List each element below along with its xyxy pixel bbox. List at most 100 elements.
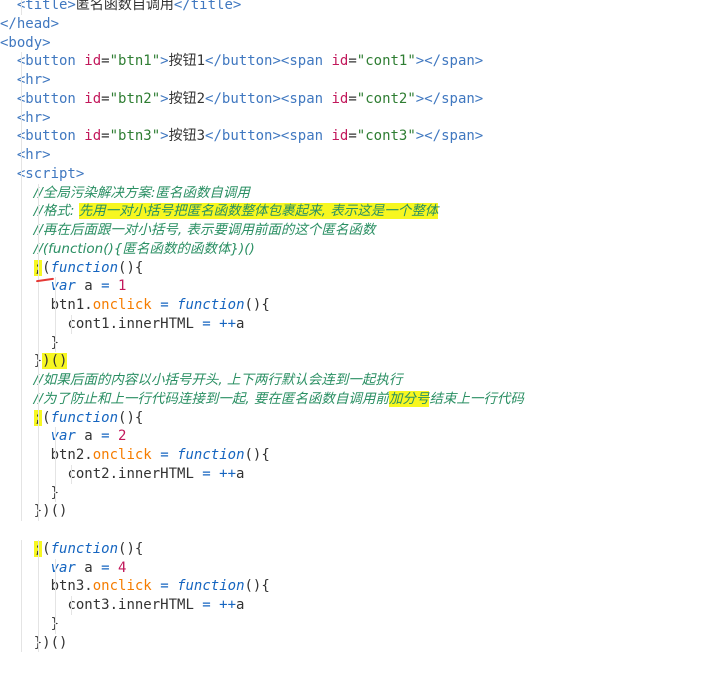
code-token: =	[202, 465, 211, 482]
indent-guide	[37, 464, 39, 484]
indent-guide	[37, 389, 39, 409]
code-line[interactable]: }	[0, 483, 524, 503]
code-token: <button	[16, 90, 85, 107]
code-line[interactable]: })()	[0, 633, 524, 653]
code-line[interactable]: <button id="btn3">按钮3</button><span id="…	[0, 127, 524, 146]
code-token: function	[50, 409, 119, 426]
indent-guide	[20, 614, 22, 634]
code-line[interactable]: ;(function(){	[0, 539, 524, 559]
code-line[interactable]: <title>匿名函数自调用</title>	[0, 0, 524, 15]
code-token: =	[101, 90, 110, 107]
code-line[interactable]: btn1.onclick = function(){	[0, 296, 524, 315]
indent-guide	[20, 577, 22, 596]
code-line[interactable]: <script>	[0, 164, 524, 184]
code-token: id	[84, 90, 102, 107]
code-editor[interactable]: <title>匿名函数自调用</title> </head> <body> <but…	[0, 0, 702, 673]
code-line[interactable]: </head>	[0, 15, 524, 34]
code-line[interactable]: ;(function(){	[0, 258, 524, 278]
indent-guide	[20, 464, 22, 484]
code-line[interactable]: var a = 2	[0, 427, 524, 446]
code-line[interactable]: })()	[0, 352, 524, 371]
code-token: a	[75, 278, 102, 295]
code-token: onclick	[92, 297, 152, 313]
code-line[interactable]: //(function(){匿名函数的函数体})()	[0, 239, 524, 259]
code-token: "btn1"	[109, 53, 161, 70]
indent-guide	[37, 633, 39, 653]
code-line[interactable]: <button id="btn1">按钮1</button><span id="…	[0, 52, 524, 71]
indent-guide	[37, 596, 39, 615]
code-token: </button>	[205, 128, 281, 145]
code-line[interactable]: cont1.innerHTML = ++a	[0, 314, 524, 334]
code-line[interactable]: var a = 1	[0, 277, 524, 296]
code-token: btn1.	[50, 297, 93, 313]
code-line[interactable]: btn3.onclick = function(){	[0, 577, 524, 596]
code-line[interactable]: //再在后面跟一对小括号, 表示要调用前面的这个匿名函数	[0, 221, 524, 240]
code-token: onclick	[92, 578, 152, 595]
code-token: =	[348, 90, 357, 107]
code-token: ></span>	[415, 128, 484, 145]
code-token: </head>	[0, 15, 60, 32]
indent-guide	[37, 371, 39, 390]
code-line[interactable]: //全局污染解决方案:匿名函数自调用	[0, 183, 524, 203]
code-token: id	[331, 90, 349, 107]
code-token: <button	[16, 53, 85, 70]
code-line[interactable]: }	[0, 333, 524, 353]
code-line[interactable]: <hr>	[0, 146, 524, 165]
code-token: =	[160, 297, 169, 313]
code-line[interactable]: btn2.onclick = function(){	[0, 446, 524, 465]
indent-guide	[54, 277, 56, 296]
code-line[interactable]: <body>	[0, 34, 524, 53]
code-line[interactable]: })()	[0, 502, 524, 521]
code-token: >	[160, 90, 169, 107]
code-token: =	[101, 559, 110, 576]
code-line[interactable]: var a = 4	[0, 558, 524, 578]
code-token: "btn3"	[109, 128, 161, 145]
indent-guide	[54, 427, 56, 446]
code-line[interactable]: cont2.innerHTML = ++a	[0, 464, 524, 484]
code-line[interactable]	[0, 652, 524, 671]
code-line[interactable]: ;(function(){	[0, 408, 524, 428]
code-token: btn2.	[50, 447, 93, 463]
indent-guide	[20, 127, 22, 146]
code-line[interactable]: //如果后面的内容以小括号开头, 上下两行默认会连到一起执行	[0, 371, 524, 390]
code-line[interactable]: <button id="btn2">按钮2</button><span id="…	[0, 89, 524, 109]
code-line[interactable]: }	[0, 614, 524, 634]
code-line[interactable]: cont3.innerHTML = ++a	[0, 596, 524, 615]
indent-guide	[37, 296, 39, 315]
code-token: a	[75, 428, 102, 445]
code-token: (	[42, 259, 51, 276]
indent-guide	[54, 577, 56, 596]
code-line[interactable]	[0, 521, 524, 540]
code-token: function	[177, 447, 245, 463]
indent-guide	[20, 258, 22, 278]
code-line[interactable]: <hr>	[0, 108, 524, 128]
code-line[interactable]: <hr>	[0, 71, 524, 90]
indent-guide	[20, 633, 22, 653]
indent-guide	[54, 596, 56, 615]
code-token: a	[236, 465, 245, 482]
code-line[interactable]: //为了防止和上一行代码连接到一起, 要在匿名函数自调用前加分号结束上一行代码	[0, 389, 524, 409]
indent-guide	[20, 596, 22, 615]
code-token: (	[42, 409, 51, 426]
code-token: >	[160, 53, 169, 70]
code-token: 匿名函数自调用	[75, 0, 174, 13]
indent-guide	[54, 464, 56, 484]
code-area[interactable]: <title>匿名函数自调用</title> </head> <body> <but…	[0, 0, 524, 671]
code-token: btn3.	[50, 578, 93, 595]
code-line[interactable]: //格式: 先用一对小括号把匿名函数整体包裹起来, 表示这是一个整体	[0, 202, 524, 221]
code-token: 按钮2	[168, 90, 206, 107]
indent-guide	[37, 446, 39, 465]
code-token: >	[160, 128, 169, 145]
code-token: function	[50, 540, 119, 557]
indent-guide	[20, 352, 22, 371]
